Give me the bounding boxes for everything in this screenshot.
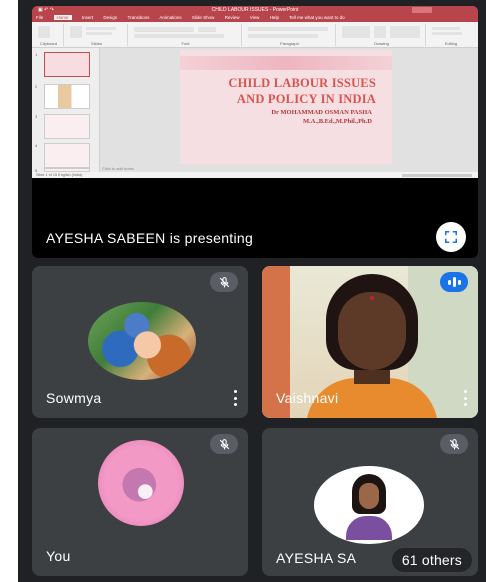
zoom-slider (402, 173, 472, 177)
ribbon-group-slides: Slides (66, 24, 128, 46)
more-vert-icon[interactable] (232, 390, 238, 406)
layout-icon (86, 27, 116, 30)
avatar (98, 440, 184, 526)
font-format-buttons (134, 34, 224, 38)
participant-name: Vaishnavi (276, 390, 339, 406)
ribbon-group-label: Slides (91, 41, 102, 46)
ppt-tab: Slide Show (191, 15, 215, 20)
slide-decoration (180, 56, 392, 70)
more-vert-icon[interactable] (462, 390, 468, 406)
font-name-box (134, 27, 194, 32)
ppt-tab-active: Home (53, 15, 72, 20)
video-person (338, 292, 406, 370)
ppt-quick-access: ▣ ↶ ↷ (38, 7, 54, 13)
slide-degrees: M.A.,B.Ed.,M.Phil.,Ph.D (303, 118, 372, 125)
mic-off-icon (219, 276, 229, 287)
ppt-ribbon: Clipboard Slides Font Paragraph Drawing … (32, 22, 478, 48)
reset-icon (86, 32, 112, 35)
slide-thumbnail (44, 114, 90, 139)
ribbon-group-editing: Editing (428, 24, 474, 46)
slide-thumbnail (44, 143, 90, 168)
arrange-icon (374, 26, 386, 38)
shapes-gallery (342, 26, 370, 38)
ribbon-group-label: Editing (444, 41, 458, 46)
presenting-label: AYESHA SABEEN is presenting (46, 230, 254, 246)
slide-thumbnail (44, 52, 90, 77)
presentation-stage: ▣ ↶ ↷ CHILD LABOUR ISSUES - PowerPoint F… (32, 6, 478, 258)
new-slide-icon (70, 26, 82, 38)
ppt-tab: Review (224, 15, 240, 20)
ribbon-group-font: Font (130, 24, 242, 46)
ribbon-group-drawing: Drawing (338, 24, 426, 46)
ppt-tab: Animations (159, 15, 182, 20)
ppt-tab: File (36, 15, 44, 20)
avatar (314, 466, 424, 544)
ppt-tell-me: Tell me what you want to do (289, 15, 345, 20)
ppt-status-bar: Slide 1 of 15 English (India) (32, 172, 478, 178)
slide-title-line1: CHILD LABOUR ISSUES (228, 76, 376, 90)
participant-tile[interactable]: Vaishnavi (262, 266, 478, 418)
participant-tile-self[interactable]: You (32, 428, 248, 576)
ribbon-group-label: Paragraph (280, 41, 299, 46)
current-slide: CHILD LABOUR ISSUES AND POLICY IN INDIA … (180, 50, 392, 164)
others-count-badge[interactable]: 61 others (391, 548, 472, 572)
avatar (88, 302, 196, 380)
ppt-window-title: CHILD LABOUR ISSUES - PowerPoint (211, 7, 299, 13)
ribbon-group-clipboard: Clipboard (34, 24, 64, 46)
participant-tile[interactable]: Sowmya (32, 266, 248, 418)
participant-name: You (46, 548, 71, 564)
thumb-number: 3 (35, 114, 38, 119)
slide-thumbnails: 1 2 3 4 5 (32, 48, 100, 173)
ppt-tab: View (249, 15, 260, 20)
ppt-workspace: 1 2 3 4 5 CHILD LABOUR ISSUES AND POLICY… (32, 48, 478, 173)
ppt-tab: Help (269, 15, 279, 20)
participant-tile[interactable]: AYESHA SA 61 others (262, 428, 478, 576)
ppt-tab: Design (103, 15, 118, 20)
ppt-signin-button (412, 7, 432, 13)
mic-off-indicator (210, 272, 238, 292)
mic-off-indicator (210, 434, 238, 454)
thumb-number: 4 (35, 143, 38, 148)
avatar-photo (346, 474, 392, 540)
ppt-title-bar: ▣ ↶ ↷ CHILD LABOUR ISSUES - PowerPoint (32, 6, 478, 14)
mic-off-icon (449, 438, 459, 449)
mic-off-indicator (440, 434, 468, 454)
thumb-number: 1 (35, 52, 38, 57)
video-person (370, 296, 374, 300)
ppt-tabs: File Home Insert Design Transitions Anim… (32, 14, 478, 22)
thumb-number: 2 (35, 84, 38, 89)
participant-name: AYESHA SA (276, 550, 357, 566)
meet-window: ▣ ↶ ↷ CHILD LABOUR ISSUES - PowerPoint F… (18, 0, 486, 582)
ppt-tab: Transitions (127, 15, 150, 20)
mic-off-icon (219, 438, 229, 449)
paste-icon (38, 26, 50, 38)
notes-pane: Click to add notes (102, 166, 134, 171)
slide-author: Dr MOHAMMAD OSMAN PASHA (271, 109, 372, 116)
fullscreen-icon (444, 230, 458, 244)
slide-thumbnail (44, 84, 90, 109)
status-text: Slide 1 of 15 English (India) (36, 173, 83, 177)
shape-styles (390, 26, 420, 38)
align-buttons (248, 34, 318, 38)
shared-screen: ▣ ↶ ↷ CHILD LABOUR ISSUES - PowerPoint F… (32, 6, 478, 178)
ribbon-group-label: Drawing (374, 41, 389, 46)
ribbon-group-label: Clipboard (39, 41, 58, 46)
speaking-icon (440, 272, 468, 292)
font-size-box (198, 27, 216, 32)
fullscreen-button[interactable] (436, 222, 466, 252)
replace-icon (432, 32, 462, 35)
ppt-tab: Insert (81, 15, 94, 20)
ribbon-group-paragraph: Paragraph (244, 24, 336, 46)
list-buttons (248, 27, 328, 31)
ribbon-group-label: Font (181, 41, 190, 46)
participant-name: Sowmya (46, 390, 102, 406)
find-icon (432, 27, 460, 30)
slide-title-line2: AND POLICY IN INDIA (236, 92, 376, 106)
